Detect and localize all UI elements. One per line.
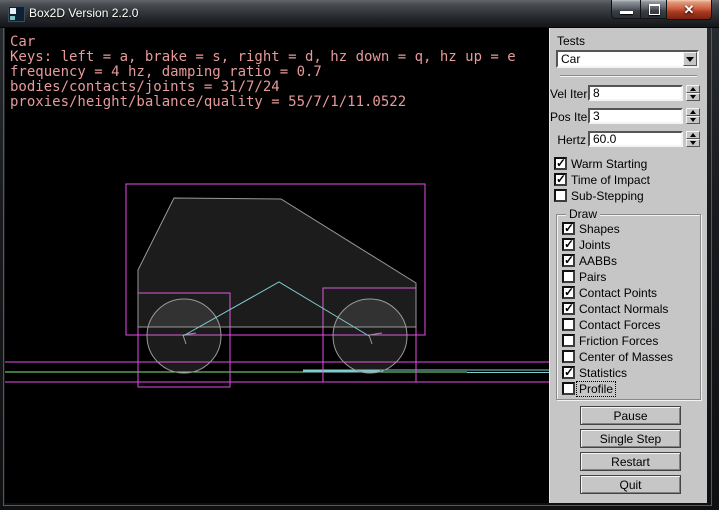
dropdown-arrow-button[interactable]	[683, 52, 697, 66]
triangle-down-icon	[690, 118, 696, 122]
pause-button[interactable]: Pause	[580, 406, 681, 425]
checkbox-label[interactable]: Joints	[579, 238, 610, 252]
checkbox-label[interactable]: Warm Starting	[571, 157, 647, 171]
checkbox-label[interactable]: AABBs	[579, 254, 617, 268]
triangle-up-icon	[690, 87, 696, 91]
checkbox-box[interactable]: ✓	[562, 302, 575, 315]
application-window: { "window": { "title": "Box2D Version 2.…	[0, 0, 719, 510]
checkbox-label[interactable]: Contact Forces	[579, 318, 660, 332]
close-button[interactable]: ✕	[666, 0, 712, 20]
checkbox-box[interactable]: ✓	[562, 238, 575, 251]
checkbox-box[interactable]: ✓	[554, 173, 567, 186]
stats-line: bodies/contacts/joints = 31/7/24	[10, 80, 516, 95]
window-title: Box2D Version 2.2.0	[29, 6, 138, 20]
box2d-app-icon	[8, 6, 25, 22]
stats-line: frequency = 4 hz, damping ratio = 0.7	[10, 65, 516, 80]
window-frame-left	[3, 28, 4, 506]
triangle-up-icon	[690, 133, 696, 137]
wheel-right	[333, 299, 407, 373]
vel-iters-label: Vel Iters	[550, 87, 586, 101]
checkbox-label[interactable]: Center of Masses	[579, 350, 673, 364]
spinner-up-button[interactable]	[686, 85, 700, 93]
checkbox-box[interactable]: ✓	[562, 254, 575, 267]
checkbox-label[interactable]: Friction Forces	[579, 334, 658, 348]
checkbox-label[interactable]: Contact Normals	[579, 302, 668, 316]
test-select-dropdown[interactable]: Car	[556, 50, 699, 68]
maximize-icon	[649, 4, 660, 15]
checkbox-box[interactable]: ✓	[554, 157, 567, 170]
spinner-down-button[interactable]	[686, 93, 700, 101]
debug-stats-text: CarKeys: left = a, brake = s, right = d,…	[10, 35, 516, 110]
stats-line: proxies/height/balance/quality = 55/7/1/…	[10, 95, 516, 110]
checkbox-box[interactable]	[562, 334, 575, 347]
checkbox-label[interactable]: Profile	[577, 382, 615, 396]
checkbox-box[interactable]: ✓	[562, 222, 575, 235]
triangle-up-icon	[690, 110, 696, 114]
checkbox-label[interactable]: Sub-Stepping	[571, 189, 644, 203]
triangle-down-icon	[690, 141, 696, 145]
pos-iters-spinner	[686, 108, 700, 125]
checkbox-box[interactable]: ✓	[562, 366, 575, 379]
maximize-button[interactable]	[640, 0, 667, 19]
checkbox-label[interactable]: Time of Impact	[571, 173, 650, 187]
window-frame-bottom	[3, 505, 712, 506]
triangle-down-icon	[690, 95, 696, 99]
spinner-down-button[interactable]	[686, 116, 700, 124]
spinner-up-button[interactable]	[686, 108, 700, 116]
chevron-down-icon	[686, 57, 694, 62]
quit-button[interactable]: Quit	[580, 475, 681, 494]
control-panel: Tests Car Vel Iters 8 Pos Iters 3 Hertz …	[549, 28, 707, 503]
spinner-up-button[interactable]	[686, 131, 700, 139]
test-select-value: Car	[561, 52, 580, 66]
checkbox-label[interactable]: Pairs	[579, 270, 606, 284]
checkbox-box[interactable]	[562, 350, 575, 363]
minimize-button[interactable]	[611, 0, 641, 19]
title-bar[interactable]: Box2D Version 2.2.0 ✕	[0, 0, 719, 28]
vel-iters-input[interactable]: 8	[588, 85, 683, 101]
vel-iters-spinner	[686, 85, 700, 102]
draw-group-title: Draw	[566, 207, 600, 221]
separator	[560, 75, 697, 77]
checkbox-box[interactable]	[562, 270, 575, 283]
spinner-down-button[interactable]	[686, 139, 700, 147]
hertz-input[interactable]: 60.0	[588, 131, 683, 147]
hertz-label: Hertz	[550, 133, 586, 147]
checkbox-label[interactable]: Contact Points	[579, 286, 657, 300]
checkbox-label[interactable]: Shapes	[579, 222, 620, 236]
tests-label: Tests	[557, 34, 585, 48]
simulation-canvas[interactable]: CarKeys: left = a, brake = s, right = d,…	[5, 28, 549, 503]
checkbox-box[interactable]: ✓	[562, 286, 575, 299]
restart-button[interactable]: Restart	[580, 452, 681, 471]
close-icon: ✕	[684, 2, 695, 17]
hertz-spinner	[686, 131, 700, 148]
window-frame-right	[711, 28, 712, 506]
checkbox-box[interactable]	[562, 382, 575, 395]
single-step-button[interactable]: Single Step	[580, 429, 681, 448]
pos-iters-input[interactable]: 3	[588, 108, 683, 124]
stats-line: Keys: left = a, brake = s, right = d, hz…	[10, 50, 516, 65]
checkbox-box[interactable]	[554, 189, 567, 202]
stats-line: Car	[10, 35, 516, 50]
checkbox-box[interactable]	[562, 318, 575, 331]
minimize-icon	[620, 11, 633, 14]
pos-iters-label: Pos Iters	[550, 110, 586, 124]
checkbox-label[interactable]: Statistics	[579, 366, 627, 380]
